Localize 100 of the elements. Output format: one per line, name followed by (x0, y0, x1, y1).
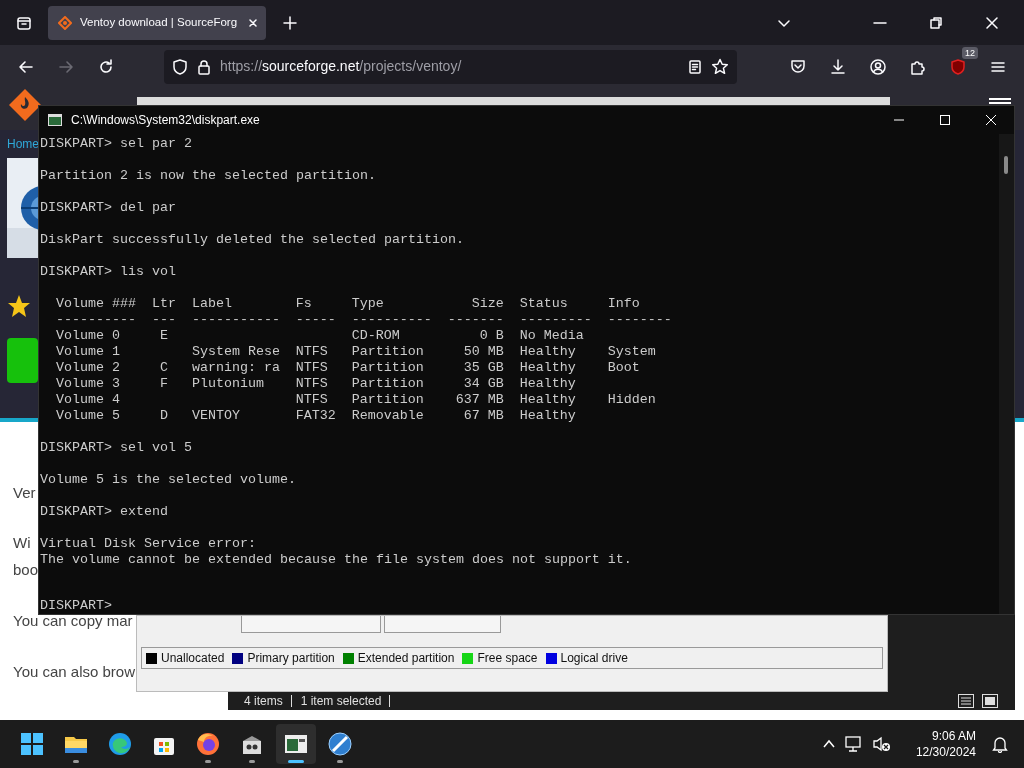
command-prompt[interactable]: DISKPART> (40, 598, 999, 614)
clock-date[interactable]: 12/30/2024 (915, 744, 976, 760)
legend-label: Primary partition (247, 650, 335, 667)
console-icon (47, 113, 63, 127)
table-cell: Volume 3 (56, 376, 120, 392)
url-text: https://sourceforge.net/projects/ventoy/ (220, 57, 463, 76)
table-cell: Removable (351, 408, 424, 424)
table-cell: Volume 2 (56, 360, 120, 376)
window-title: C:\Windows\System32\diskpart.exe (71, 112, 261, 129)
table-cell: D (159, 408, 168, 424)
browser-icon (107, 731, 133, 757)
table-cell: System Rese (191, 344, 280, 360)
table-cell: Volume 0 (56, 328, 120, 344)
table-cell: Healthy (519, 376, 576, 392)
column-rule: ---------- (56, 312, 136, 328)
paragraph-text: You can copy mar (13, 611, 133, 631)
star-icon[interactable] (711, 57, 729, 76)
column-header: Label (191, 296, 233, 312)
tiles-view-icon[interactable] (981, 693, 999, 709)
table-cell: Healthy (519, 360, 576, 376)
table-cell: NTFS (295, 344, 328, 360)
shield-icon (172, 58, 188, 75)
column-rule: --------- (519, 312, 592, 328)
table-cell: Plutonium (191, 376, 264, 392)
table-cell: 0 B (479, 328, 504, 344)
globe-icon (327, 731, 353, 757)
details-view-icon[interactable] (957, 693, 975, 709)
table-cell: FAT32 (295, 408, 336, 424)
legend-label: Free space (477, 650, 538, 667)
network-icon[interactable] (843, 735, 864, 753)
column-header: Type (351, 296, 385, 312)
table-cell: Partition (351, 360, 424, 376)
browser-tab[interactable]: Ventoy download | SourceForg (48, 5, 266, 40)
browser-icon (195, 731, 221, 757)
volume-muted-icon[interactable] (871, 735, 892, 753)
console-line: DISKPART> extend (40, 504, 169, 520)
paragraph-text: boo (13, 560, 39, 580)
taskbar-app[interactable] (276, 724, 316, 764)
table-cell: Volume 5 (56, 408, 120, 424)
table-cell: Boot (607, 360, 640, 376)
breadcrumb-link[interactable]: Home (7, 134, 39, 154)
partition-block[interactable] (241, 616, 381, 633)
reload-icon (97, 57, 115, 76)
column-header: Info (607, 296, 641, 312)
bell-icon[interactable] (992, 735, 1008, 753)
column-header: Size (470, 296, 504, 312)
console-line: DISKPART> del par (40, 200, 177, 216)
table-cell: VENTOY (191, 408, 240, 424)
legend-label: Logical drive (560, 650, 628, 667)
table-cell: Hidden (607, 392, 656, 408)
column-rule: -------- (607, 312, 672, 328)
console-line: DISKPART> lis vol (40, 264, 177, 280)
table-cell: 637 MB (455, 392, 504, 408)
console-line: DISKPART> sel par 2 (40, 136, 193, 152)
star-icon (7, 294, 31, 318)
legend-label: Unallocated (161, 650, 225, 667)
table-cell: E (159, 328, 168, 344)
column-header: Status (519, 296, 569, 312)
column-header: Volume ### (56, 296, 136, 312)
column-rule: ------- (447, 312, 504, 328)
close-icon (985, 15, 999, 30)
lock-icon (196, 58, 212, 75)
shield-icon (949, 57, 967, 76)
column-rule: --- (151, 312, 176, 328)
column-header: Fs (295, 296, 313, 312)
address-bar[interactable]: https://sourceforge.net/projects/ventoy/ (164, 49, 737, 84)
table-cell: Partition (351, 392, 424, 408)
table-cell: NTFS (295, 376, 328, 392)
clock-time[interactable]: 9:06 AM (915, 728, 976, 744)
status-text: 4 items (244, 695, 292, 707)
paragraph-text: Ver (13, 483, 36, 503)
menu-icon (989, 98, 1011, 104)
table-cell: warning: ra (191, 360, 280, 376)
reader-view-icon[interactable] (687, 58, 703, 75)
table-cell: 34 GB (463, 376, 504, 392)
table-cell: 67 MB (463, 408, 504, 424)
table-cell: 35 GB (463, 360, 504, 376)
table-cell: NTFS (295, 392, 328, 408)
table-cell: Healthy (519, 408, 576, 424)
close-icon[interactable] (248, 17, 258, 28)
download-icon (829, 57, 847, 76)
table-cell: Healthy (519, 392, 576, 408)
close-icon (985, 114, 997, 126)
count-badge: 12 (962, 46, 978, 59)
pocket-icon (789, 57, 807, 76)
console-line: Virtual Disk Service error: (40, 536, 257, 552)
console-line: The volume cannot be extended because the file system does not support it. (40, 552, 633, 568)
table-cell: F (159, 376, 168, 392)
table-cell: System (607, 344, 656, 360)
table-cell: Partition (351, 376, 424, 392)
table-cell: 50 MB (463, 344, 504, 360)
table-cell: C (159, 360, 168, 376)
partition-block[interactable] (384, 616, 501, 633)
scrollbar[interactable] (999, 134, 1014, 614)
paragraph-text: You can also brow (13, 662, 136, 682)
column-rule: ---------- (351, 312, 432, 328)
column-rule: ----- (295, 312, 336, 328)
console-line: DISKPART> sel vol 5 (40, 440, 193, 456)
column-rule: ----------- (191, 312, 280, 328)
table-cell: Volume 1 (56, 344, 120, 360)
